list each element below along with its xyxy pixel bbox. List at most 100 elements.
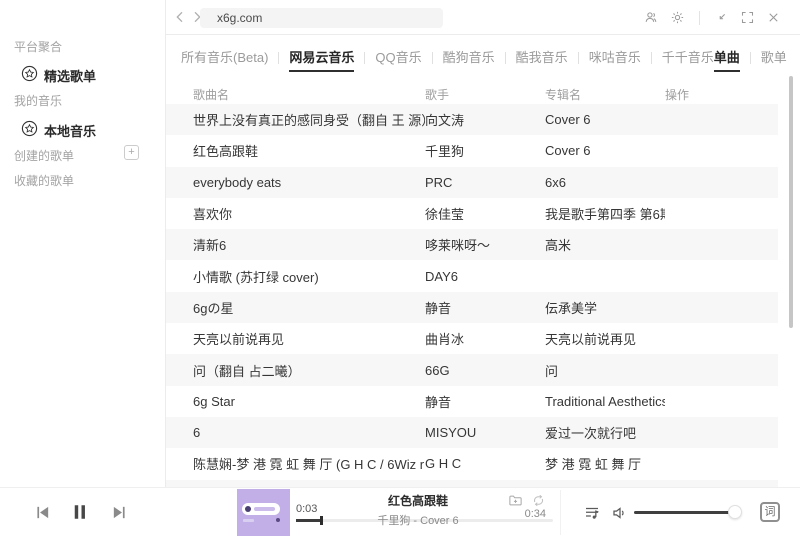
table-row[interactable]: 6g Star 静音 Traditional Aesthetics [166,386,778,417]
play-queue-icon[interactable] [583,504,601,522]
album-art-pill [242,503,280,515]
tab-migu-music[interactable]: 咪咕音乐 [589,47,641,72]
artist-cell: DAY6 [425,269,545,284]
artist-cell: 徐佳莹 [425,204,545,223]
tab-separator [651,52,652,64]
sidebar-item-label: 精选歌单 [44,66,96,85]
song-name-cell: everybody eats [193,175,425,190]
album-cell: Cover 6 [545,112,665,127]
tab-qianqian-music[interactable]: 千千音乐 [662,47,714,72]
song-name-cell: 问（翻自 占二曦） [193,361,425,380]
now-playing-actions [508,493,546,508]
artist-cell: PRC [425,175,545,190]
volume-icon[interactable] [611,504,629,522]
album-art-dash [243,519,254,522]
tab-playlists[interactable]: 歌单 [761,47,787,72]
album-cell: 梦 港 霓 虹 舞 厅 [545,454,665,473]
add-playlist-button[interactable]: + [124,145,139,160]
result-type-tabs: 单曲 歌单 [714,47,787,72]
song-name-cell: 红色高跟鞋 [193,141,425,160]
song-name-cell: 世界上没有真正的感同身受（翻自 王 源） [193,110,425,129]
table-row[interactable]: 清新6 哆莱咪呀～ 高米 [166,229,778,260]
back-button[interactable] [172,9,188,25]
volume-knob[interactable] [728,505,742,519]
table-row[interactable]: 问（翻自 占二曦） 66G 问 [166,354,778,385]
album-cell: Traditional Aesthetics [545,394,665,409]
sidebar: 平台聚合 精选歌单 我的音乐 本地音乐 创建的歌单 + 收藏的歌单 [0,0,166,487]
tab-kugou-music[interactable]: 酷狗音乐 [443,47,495,72]
lyrics-toggle-button[interactable]: 词 [760,502,780,522]
settings-gear-icon[interactable] [670,10,685,25]
table-row[interactable]: 6 MISYOU 爱过一次就行吧 [166,417,778,448]
album-art[interactable] [237,489,290,536]
artist-cell: MISYOU [425,425,545,440]
sidebar-section-my-music: 我的音乐 [14,92,62,109]
table-row[interactable]: 天亮以前说再见 曲肖冰 天亮以前说再见 [166,323,778,354]
column-header-song: 歌曲名 [193,86,425,103]
tab-all-music[interactable]: 所有音乐(Beta) [181,47,268,72]
tab-singles[interactable]: 单曲 [714,47,740,72]
tab-separator [578,52,579,64]
tab-netease-music[interactable]: 网易云音乐 [289,47,354,72]
album-cell: 爱过一次就行吧 [545,423,665,442]
sidebar-item-created-playlists[interactable]: 创建的歌单 [14,147,74,164]
next-track-icon[interactable] [111,504,128,521]
table-row[interactable]: 喜欢你 徐佳莹 我是歌手第四季 第6期 [166,198,778,229]
star-circle-icon [21,120,38,137]
album-art-bar [254,507,275,511]
song-name-cell: 天亮以前说再见 [193,329,425,348]
topbar-divider [699,11,700,25]
artist-cell: 66G [425,363,545,378]
table-row[interactable]: 小情歌 (苏打绿 cover) DAY6 [166,260,778,291]
tab-kuwo-music[interactable]: 酷我音乐 [516,47,568,72]
song-name-cell: 陈慧娴-梦 港 霓 虹 舞 厅 (G H C / 6Wiz r [193,454,425,473]
tab-separator [432,52,433,64]
loop-mode-icon[interactable] [531,493,546,508]
player-divider [560,490,561,535]
url-bar[interactable]: x6g.com [200,8,443,28]
now-playing-artist: 千里狗 - Cover 6 [318,512,518,528]
source-tabs: 所有音乐(Beta) 网易云音乐 QQ音乐 酷狗音乐 酷我音乐 咪咕音乐 千千音… [166,35,800,84]
sidebar-item-label: 本地音乐 [44,121,96,140]
sidebar-item-favorite-playlists[interactable]: 收藏的歌单 [14,172,74,189]
tab-qq-music[interactable]: QQ音乐 [375,47,421,72]
artist-cell: 千里狗 [425,141,545,160]
tab-separator [750,52,751,64]
add-to-folder-icon[interactable] [508,493,523,508]
song-name-cell: 6gの星 [193,298,425,317]
pause-icon[interactable] [71,501,89,523]
partial-table-row [166,480,778,487]
artist-cell: 哆莱咪呀～ [425,235,545,254]
table-row[interactable]: 世界上没有真正的感同身受（翻自 王 源） 向文涛 Cover 6 [166,104,778,135]
sidebar-section-platform: 平台聚合 [14,38,62,55]
album-art-dot [276,518,280,522]
fullscreen-icon[interactable] [740,10,755,25]
table-row[interactable]: everybody eats PRC 6x6 [166,167,778,198]
player-bar: 0:03 红色高跟鞋 千里狗 - Cover 6 0:34 词 [0,487,800,536]
tab-separator [505,52,506,64]
song-name-cell: 喜欢你 [193,204,425,223]
album-cell: 问 [545,361,665,380]
previous-track-icon[interactable] [34,504,51,521]
album-cell: 6x6 [545,175,665,190]
window-controls [644,10,781,25]
sidebar-item-local-music[interactable]: 本地音乐 [0,119,166,141]
mini-mode-icon[interactable] [714,10,729,25]
song-table: 世界上没有真正的感同身受（翻自 王 源） 向文涛 Cover 6 红色高跟鞋 千… [166,104,778,480]
artist-cell: 曲肖冰 [425,329,545,348]
artist-cell: 静音 [425,392,545,411]
table-row[interactable]: 6gの星 静音 伝承美学 [166,292,778,323]
table-row[interactable]: 陈慧娴-梦 港 霓 虹 舞 厅 (G H C / 6Wiz r G H C 梦 … [166,448,778,479]
column-header-action: 操作 [665,86,778,103]
main-panel: x6g.com 所有音乐(Beta) 网易云音乐 QQ音乐 [166,0,800,487]
artist-cell: 向文涛 [425,110,545,129]
close-icon[interactable] [766,10,781,25]
volume-slider[interactable] [634,511,738,514]
total-time: 0:34 [508,508,546,520]
sidebar-item-featured-playlists[interactable]: 精选歌单 [0,64,166,86]
album-cell: Cover 6 [545,143,665,158]
account-icon[interactable] [644,10,659,25]
scrollbar[interactable] [789,76,793,328]
table-row[interactable]: 红色高跟鞋 千里狗 Cover 6 [166,135,778,166]
artist-cell: 静音 [425,298,545,317]
